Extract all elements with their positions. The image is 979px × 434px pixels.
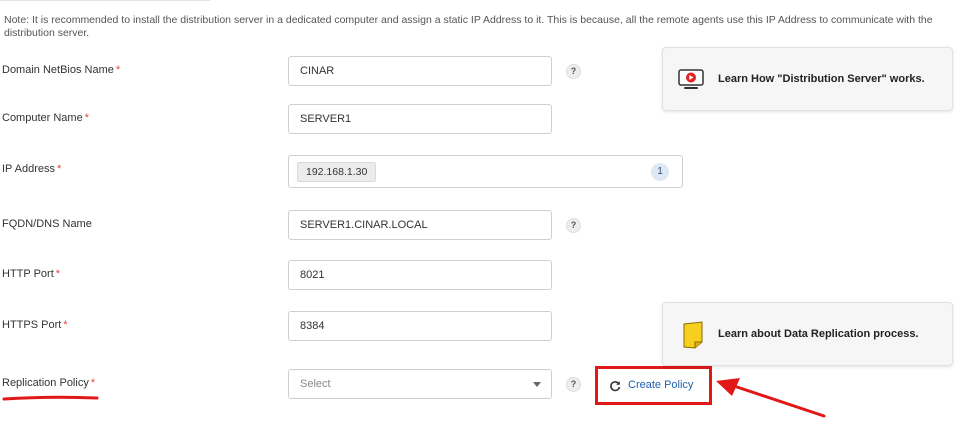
fqdn-label: FQDN/DNS Name bbox=[2, 218, 92, 230]
https-port-input[interactable]: 8384 bbox=[288, 311, 552, 341]
https-port-label-text: HTTPS Port bbox=[2, 319, 62, 331]
refresh-icon bbox=[610, 381, 621, 392]
data-replication-card[interactable]: Learn about Data Replication process. bbox=[662, 302, 953, 366]
computer-name-input[interactable]: SERVER1 bbox=[288, 104, 552, 134]
http-port-label: HTTP Port * bbox=[2, 268, 60, 280]
top-divider bbox=[0, 0, 210, 1]
computer-label: Computer Name * bbox=[2, 112, 89, 124]
video-play-icon bbox=[678, 69, 704, 89]
replication-card-text: Learn about Data Replication process. bbox=[718, 328, 919, 340]
ip-address-chip[interactable]: 192.168.1.30 bbox=[297, 162, 377, 182]
replication-policy-selected: Select bbox=[300, 378, 331, 390]
computer-label-text: Computer Name bbox=[2, 112, 83, 124]
policy-label-text: Replication Policy bbox=[2, 377, 89, 389]
https-port-label: HTTPS Port * bbox=[2, 319, 68, 331]
required-marker: * bbox=[63, 319, 68, 331]
chevron-down-icon bbox=[533, 382, 541, 387]
required-marker: * bbox=[84, 112, 89, 124]
ip-label-text: IP Address bbox=[2, 163, 55, 175]
policy-label: Replication Policy * bbox=[2, 377, 95, 389]
ip-address-input[interactable]: 192.168.1.30 1 bbox=[288, 155, 683, 188]
required-marker: * bbox=[90, 377, 96, 389]
http-port-input[interactable]: 8021 bbox=[288, 260, 552, 290]
fqdn-help-icon[interactable]: ? bbox=[566, 218, 581, 233]
domain-input[interactable]: CINAR bbox=[288, 56, 552, 86]
required-marker: * bbox=[55, 268, 61, 280]
domain-label-text: Domain NetBios Name bbox=[2, 64, 114, 76]
fqdn-label-text: FQDN/DNS Name bbox=[2, 218, 92, 230]
http-port-label-text: HTTP Port bbox=[2, 268, 54, 280]
annotation-underline bbox=[2, 395, 99, 401]
required-marker: * bbox=[115, 64, 121, 76]
create-policy-button[interactable]: Create Policy bbox=[595, 366, 712, 405]
required-marker: * bbox=[57, 163, 62, 175]
ip-label: IP Address * bbox=[2, 163, 61, 175]
replication-policy-select[interactable]: Select bbox=[288, 369, 552, 399]
domain-label: Domain NetBios Name * bbox=[2, 64, 120, 76]
create-policy-label: Create Policy bbox=[628, 379, 694, 391]
fqdn-input[interactable]: SERVER1.CINAR.LOCAL bbox=[288, 210, 552, 240]
policy-help-icon[interactable]: ? bbox=[566, 377, 581, 392]
install-note: Note: It is recommended to install the d… bbox=[4, 14, 933, 39]
sticky-note-icon bbox=[683, 321, 703, 349]
ip-count-badge: 1 bbox=[651, 163, 669, 181]
distribution-server-card[interactable]: Learn How "Distribution Server" works. bbox=[662, 47, 953, 111]
domain-help-icon[interactable]: ? bbox=[566, 64, 581, 79]
annotation-arrow bbox=[716, 378, 826, 418]
distribution-card-text: Learn How "Distribution Server" works. bbox=[718, 73, 925, 85]
